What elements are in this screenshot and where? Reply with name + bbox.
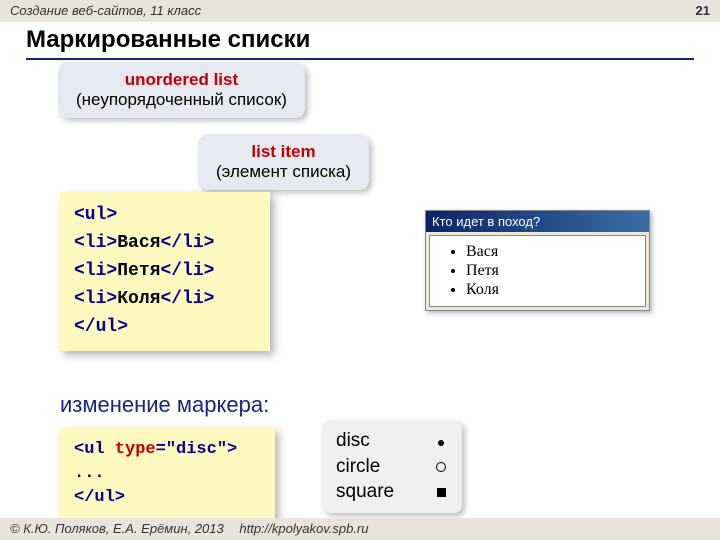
code-item: Вася xyxy=(117,233,160,253)
tag-li-open: <li> xyxy=(74,233,117,253)
marker-name: disc xyxy=(336,428,370,454)
callout-list-item: list item (элемент списка) xyxy=(198,134,369,190)
tag-ul-open: <ul> xyxy=(74,205,117,225)
callout-head: list item xyxy=(216,142,351,162)
dots: ... xyxy=(74,464,105,483)
marker-name: circle xyxy=(336,454,380,480)
gt: > xyxy=(227,440,237,459)
marker-row: disc xyxy=(336,428,448,454)
code-item: Коля xyxy=(117,289,160,309)
disc-icon xyxy=(434,428,448,454)
square-icon xyxy=(434,479,448,505)
attr-val: "disc" xyxy=(166,440,227,459)
rendered-list: Вася Петя Коля xyxy=(440,243,639,299)
page-title: Маркированные списки xyxy=(26,26,310,54)
header-band: Создание веб-сайтов, 11 класс 21 xyxy=(0,0,720,22)
tag-li-open: <li> xyxy=(74,261,117,281)
course-label: Создание веб-сайтов, 11 класс xyxy=(10,3,201,19)
browser-title: Кто идет в поход? xyxy=(426,211,649,232)
code-item: Петя xyxy=(117,261,160,281)
browser-preview: Кто идет в поход? Вася Петя Коля xyxy=(425,210,650,311)
footer-band: © К.Ю. Поляков, Е.А. Ерёмин, 2013 http:/… xyxy=(0,518,720,540)
page-number: 21 xyxy=(696,3,710,19)
tag-li-close: </li> xyxy=(160,289,214,309)
browser-body: Вася Петя Коля xyxy=(429,235,646,307)
footer-link[interactable]: http://kpolyakov.spb.ru xyxy=(239,521,368,536)
circle-icon xyxy=(434,454,448,480)
marker-row: square xyxy=(336,479,448,505)
tag-ul-close: </ul> xyxy=(74,317,128,337)
change-marker-label: изменение маркера: xyxy=(60,392,269,418)
callout-unordered-list: unordered list (неупорядоченный список) xyxy=(58,62,305,118)
callout-sub: (неупорядоченный список) xyxy=(76,90,287,110)
list-item: Вася xyxy=(466,243,639,261)
code-example-type: <ul type="disc"> ... </ul> xyxy=(60,428,275,519)
callout-sub: (элемент списка) xyxy=(216,162,351,182)
marker-row: circle xyxy=(336,454,448,480)
callout-head: unordered list xyxy=(76,70,287,90)
marker-legend: disc circle square xyxy=(322,420,462,513)
tag-li-close: </li> xyxy=(160,233,214,253)
tag-li-close: </li> xyxy=(160,261,214,281)
tag-li-open: <li> xyxy=(74,289,117,309)
code-example-main: <ul> <li>Вася</li> <li>Петя</li> <li>Кол… xyxy=(60,192,270,351)
list-item: Коля xyxy=(466,281,639,299)
attr-type: type xyxy=(105,440,156,459)
copyright: © К.Ю. Поляков, Е.А. Ерёмин, 2013 xyxy=(10,521,224,536)
tag-ul-close2: </ul> xyxy=(74,488,125,507)
eq: = xyxy=(156,440,166,459)
marker-name: square xyxy=(336,479,394,505)
title-rule xyxy=(26,58,694,60)
list-item: Петя xyxy=(466,262,639,280)
tag-ul-open2: <ul xyxy=(74,440,105,459)
